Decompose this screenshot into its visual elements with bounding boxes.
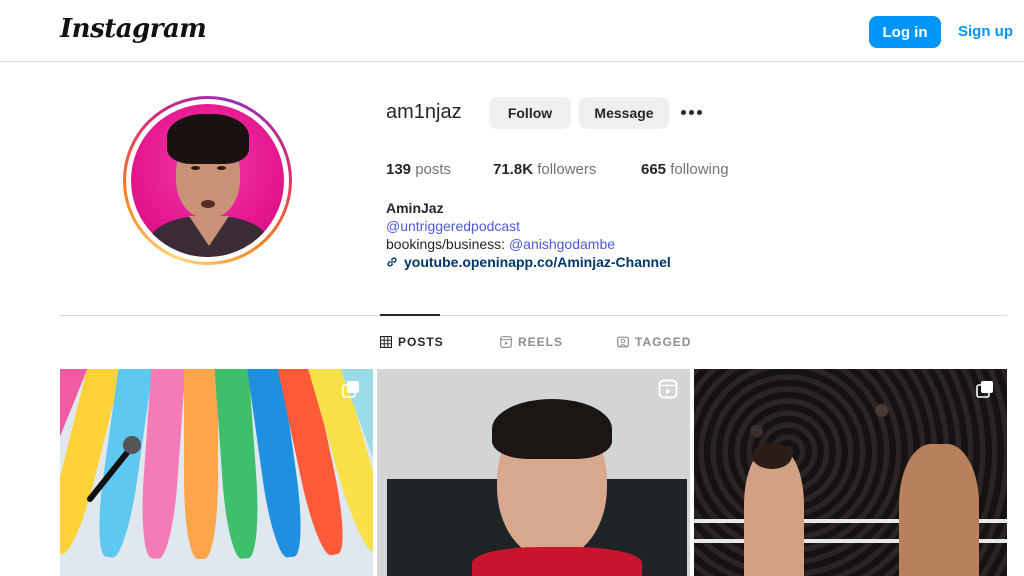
avatar [131, 104, 284, 257]
bio-mention-link[interactable]: @untriggeredpodcast [386, 218, 520, 234]
wrestler-left-hair [752, 443, 792, 469]
tab-reels-label: REELS [518, 335, 564, 349]
streamer [184, 369, 218, 559]
post-thumbnail-3[interactable] [694, 369, 1007, 576]
avatar-eye-left [191, 166, 200, 170]
post-thumbnail-2[interactable] [377, 369, 690, 576]
posts-count-stat: 139 posts [386, 161, 451, 178]
reels-icon [500, 336, 512, 348]
tab-posts-label: POSTS [398, 335, 444, 349]
bio-business-mention[interactable]: @anishgodambe [509, 236, 615, 252]
top-navbar: Instagram Log in Sign up [0, 0, 1024, 62]
grid-icon [380, 336, 392, 348]
more-options-icon[interactable] [681, 103, 705, 121]
microphone-icon [87, 436, 141, 502]
following-label: following [670, 161, 729, 178]
message-button[interactable]: Message [579, 97, 669, 129]
tab-posts[interactable]: POSTS [380, 335, 444, 349]
multiple-photos-icon [976, 381, 993, 398]
tab-reels[interactable]: REELS [500, 335, 563, 349]
link-icon [387, 257, 397, 267]
tab-tagged[interactable]: TAGGED [617, 335, 691, 349]
person-shirt [472, 547, 642, 576]
tagged-icon [617, 336, 629, 348]
post-thumbnail-1[interactable] [60, 369, 373, 576]
avatar-mouth [201, 200, 215, 208]
posts-label: posts [415, 161, 452, 178]
following-count: 665 [641, 161, 667, 178]
bio-business-prefix: bookings/business: [386, 236, 509, 252]
avatar-inner [126, 99, 289, 262]
active-tab-indicator [380, 314, 440, 316]
instagram-logo[interactable]: Instagram [60, 14, 207, 44]
tab-tagged-label: TAGGED [635, 335, 692, 349]
following-stat[interactable]: 665 following [641, 161, 729, 178]
followers-stat[interactable]: 71.8K followers [493, 161, 596, 178]
reel-icon [658, 379, 678, 399]
signup-link[interactable]: Sign up [958, 23, 1013, 40]
profile-avatar-ring[interactable] [123, 96, 292, 265]
wrestler-right [899, 444, 979, 576]
multiple-photos-icon [342, 381, 359, 398]
profile-full-name: AminJaz [386, 200, 444, 216]
avatar-eye-right [217, 166, 226, 170]
followers-count: 71.8K [493, 161, 534, 178]
bio-external-link[interactable]: youtube.openinapp.co/Aminjaz-Channel [386, 254, 671, 270]
tabs-divider [60, 315, 1007, 316]
posts-count: 139 [386, 161, 412, 178]
login-button[interactable]: Log in [869, 16, 941, 48]
person-hair [492, 399, 612, 459]
avatar-hair [167, 114, 249, 164]
followers-label: followers [537, 161, 597, 178]
follow-button[interactable]: Follow [489, 97, 571, 129]
bio-business-line: bookings/business: @anishgodambe [386, 236, 615, 252]
bio-link-text: youtube.openinapp.co/Aminjaz-Channel [404, 254, 671, 270]
profile-username: am1njaz [386, 101, 462, 123]
